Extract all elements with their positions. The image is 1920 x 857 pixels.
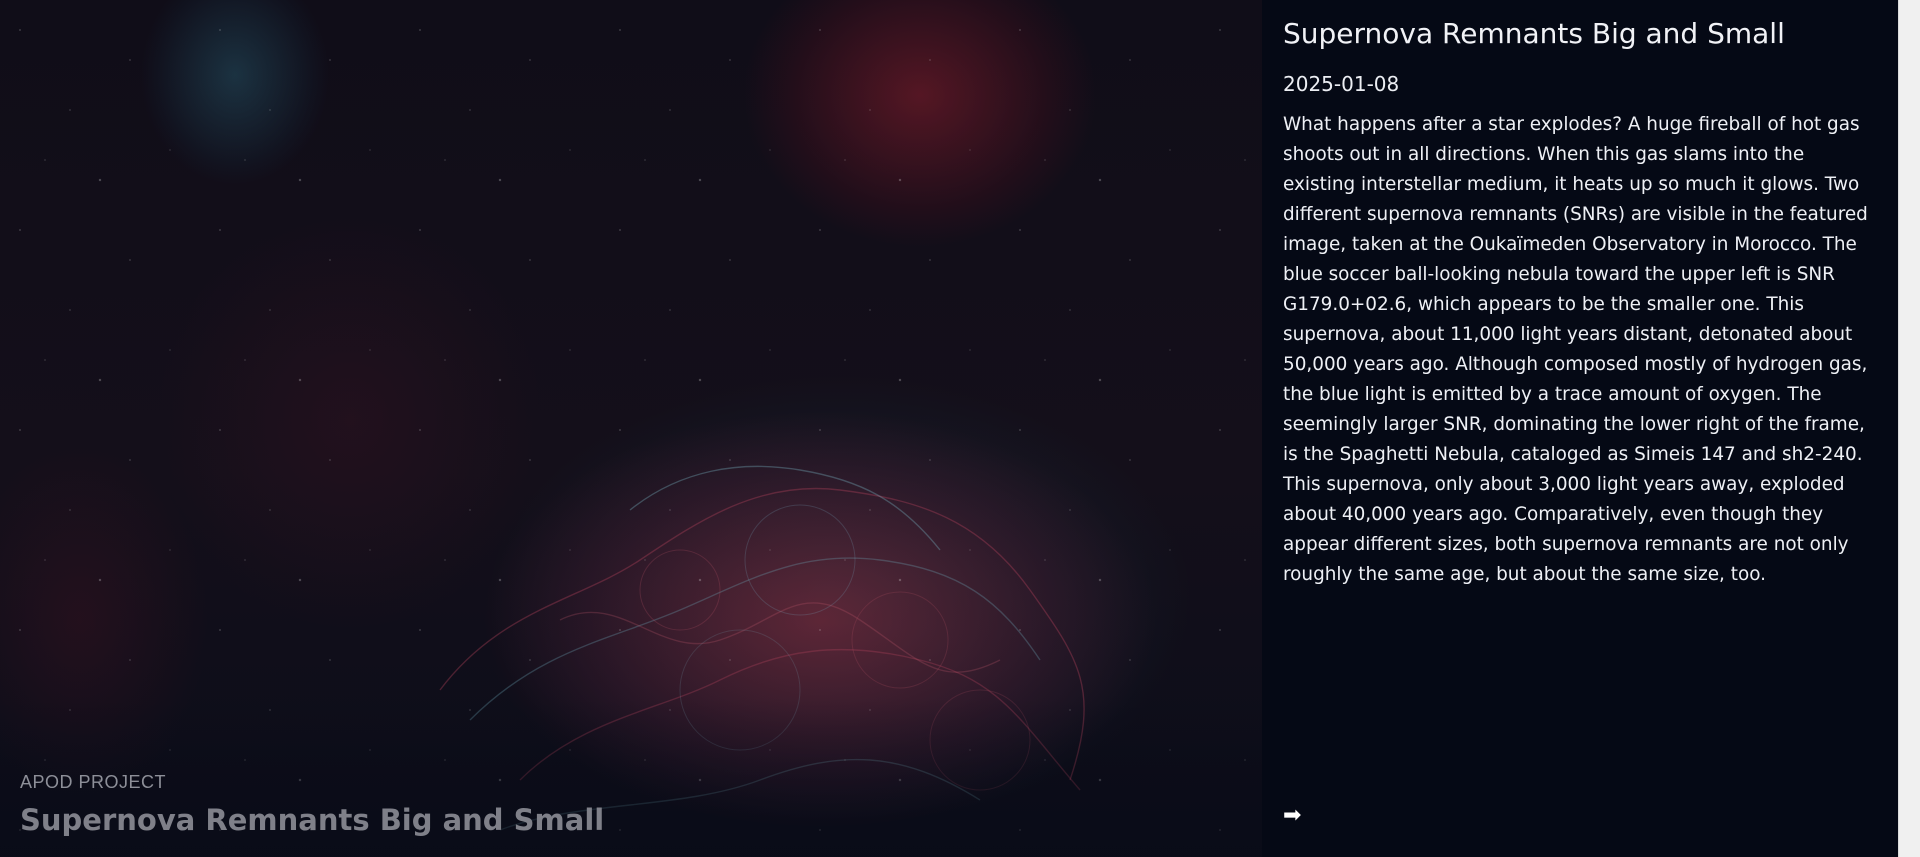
publish-date: 2025-01-08 (1283, 72, 1400, 96)
page-scrollbar[interactable] (1898, 0, 1920, 857)
project-label: APOD PROJECT (20, 772, 167, 792)
featured-image: APOD PROJECT Supernova Remnants Big and … (0, 0, 1262, 857)
panel-title: Supernova Remnants Big and Small (1283, 17, 1785, 50)
details-panel: Supernova Remnants Big and Small 2025-01… (1262, 0, 1898, 857)
arrow-right-icon[interactable]: ➡ (1283, 805, 1301, 827)
image-caption: APOD PROJECT Supernova Remnants Big and … (20, 772, 604, 837)
description-text: What happens after a star explodes? A hu… (1283, 114, 1868, 585)
image-title: Supernova Remnants Big and Small (20, 803, 605, 837)
apod-page: APOD PROJECT Supernova Remnants Big and … (0, 0, 1920, 857)
